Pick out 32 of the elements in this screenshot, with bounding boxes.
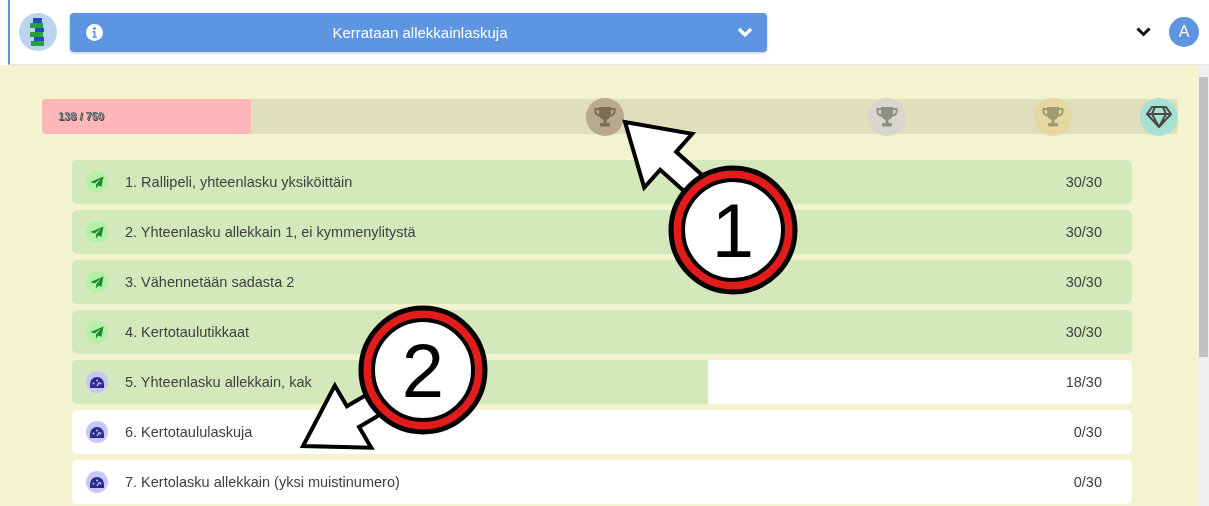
exercise-score: 30/30 — [1065, 274, 1102, 290]
exercise-row[interactable]: 6. Kertotaululaskuja 0/30 — [72, 410, 1132, 454]
exercise-title: 3. Vähennetään sadasta 2 — [125, 274, 296, 290]
exercise-row[interactable]: 1. Rallipeli, yhteenlasku yksiköittäin 30/30 — [72, 160, 1132, 204]
trophy-icon — [586, 98, 625, 136]
exercise-title: 7. Kertolasku allekkain (yksi muistinumero) — [125, 474, 401, 490]
scrollbar[interactable] — [1198, 65, 1209, 506]
gauge-icon — [86, 421, 108, 443]
exercise-title: 5. Yhteenlasku allekkain, kak — [125, 374, 313, 390]
exercise-score: 0/30 — [1073, 424, 1102, 440]
exercise-title: 2. Yhteenlasku allekkain 1, ei kymmenylitystä — [125, 224, 417, 240]
chevron-down-icon — [737, 26, 753, 38]
exercise-score: 30/30 — [1065, 174, 1102, 190]
callout-badge: 2 — [358, 305, 488, 435]
callout-badge: 1 — [668, 165, 798, 295]
exercise-row[interactable]: 7. Kertolasku allekkain (yksi muistinumero) 0/30 — [72, 460, 1132, 504]
exercise-title: 4. Kertotaulutikkaat — [125, 324, 251, 340]
exercise-score: 30/30 — [1065, 224, 1102, 240]
trophy-icon — [1034, 98, 1073, 136]
logo-icon[interactable] — [19, 13, 57, 51]
exercise-row[interactable]: 3. Vähennetään sadasta 2 30/30 — [72, 260, 1132, 304]
scrollbar-thumb[interactable] — [1199, 77, 1208, 357]
info-icon — [86, 23, 103, 41]
trophy-icon — [868, 98, 907, 136]
exercise-title: 1. Rallipeli, yhteenlasku yksiköittäin — [125, 174, 354, 190]
exercise-title: 6. Kertotaululaskuja — [125, 424, 254, 440]
exercise-score: 30/30 — [1065, 324, 1102, 340]
exercise-score: 0/30 — [1073, 474, 1102, 490]
exercise-score: 18/30 — [1065, 374, 1102, 390]
gauge-icon — [86, 471, 108, 493]
progress-reading: 138 / 750 — [58, 110, 104, 122]
chevron-down-icon[interactable] — [1136, 27, 1151, 37]
